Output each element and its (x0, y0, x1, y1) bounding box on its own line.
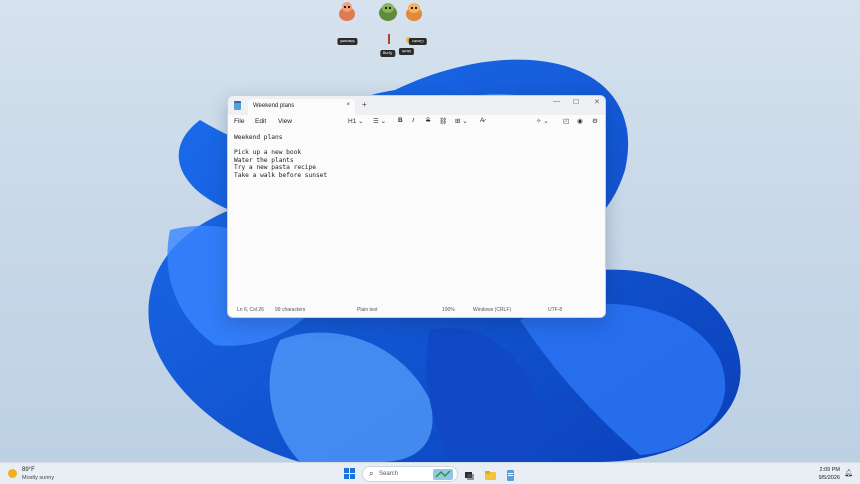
heading-dropdown[interactable]: H1 ⌄ (348, 117, 364, 125)
editor-line: Try a new pasta recipe (234, 164, 316, 172)
chevron-down-icon: ⌄ (462, 118, 468, 125)
list-icon: ☰ (373, 118, 379, 125)
editor-line: Pick up a new book (234, 149, 302, 157)
status-bar: Ln 6, Col 26 99 characters Plain text 10… (228, 303, 605, 317)
chevron-down-icon: ⌄ (358, 118, 364, 125)
pet-moth[interactable] (376, 0, 400, 24)
clock-date: 9/5/2026 (818, 475, 840, 481)
cursor-position: Ln 6, Col 26 (237, 307, 264, 313)
taskbar-search[interactable]: ⌕ Search (362, 466, 458, 482)
rewrite-icon[interactable]: ◰ (563, 117, 569, 125)
editor-line: Weekend plans (234, 134, 283, 141)
weather-condition: Mostly sunny (22, 475, 55, 481)
weather-temperature: 89°F (22, 467, 35, 473)
menu-file[interactable]: File (234, 118, 244, 125)
text-editor[interactable]: Weekend plans Pick up a new book Water t… (234, 134, 599, 180)
heading-label: H1 (348, 118, 357, 125)
table-dropdown[interactable]: ⊞ ⌄ (455, 117, 468, 125)
pet-cinder[interactable] (402, 0, 426, 24)
character-count: 99 characters (275, 307, 306, 313)
pet-label-moth: Moth (399, 48, 414, 55)
search-icon: ⌕ (369, 469, 374, 478)
link-icon[interactable]: ⛓ (439, 117, 447, 125)
minimize-button[interactable]: — (553, 98, 560, 105)
new-tab-button[interactable]: + (362, 100, 367, 109)
task-view-icon[interactable] (464, 468, 475, 480)
zoom-level[interactable]: 100% (442, 307, 455, 313)
pet-label-sprig: Sprig (380, 50, 396, 57)
pet-sprig[interactable] (386, 34, 392, 44)
clear-formatting-icon[interactable]: A̷ (480, 117, 484, 124)
copilot-dropdown[interactable]: ✧ ⌄ (536, 117, 549, 125)
editor-line: Water the plants (234, 156, 294, 164)
close-button[interactable]: ✕ (594, 98, 600, 106)
notepad-app-icon (234, 101, 241, 110)
settings-gear-icon[interactable]: ⚙ (592, 117, 598, 125)
text-format[interactable]: Plain text (357, 307, 378, 313)
search-highlight-icon (433, 469, 453, 480)
menu-view[interactable]: View (278, 118, 292, 125)
sun-icon (8, 469, 17, 478)
tab-weekend-plans[interactable]: Weekend plans × (248, 99, 355, 115)
tab-title: Weekend plans (253, 103, 295, 109)
maximize-button[interactable]: ☐ (573, 98, 579, 106)
chevron-down-icon: ⌄ (380, 118, 387, 125)
menu-edit[interactable]: Edit (255, 118, 266, 125)
pet-maxwell[interactable] (336, 0, 358, 22)
table-icon: ⊞ (455, 118, 461, 125)
pet-label-cinder: Cinder (409, 38, 427, 45)
file-explorer-icon[interactable] (485, 468, 496, 480)
account-icon[interactable]: ◉ (577, 117, 583, 125)
clock-time: 2:09 PM (819, 467, 840, 473)
encoding[interactable]: UTF-8 (548, 307, 562, 313)
title-bar[interactable]: Weekend plans × + — ☐ ✕ (228, 96, 605, 115)
desktop-pets: Maxwell Sprig Moth Cinder (330, 0, 440, 60)
start-button[interactable] (344, 468, 355, 479)
editor-line: Take a walk before sunset (234, 171, 328, 179)
pet-label-maxwell: Maxwell (337, 38, 358, 45)
notepad-window: Weekend plans × + — ☐ ✕ File Edit View H… (227, 95, 606, 318)
menu-bar: File Edit View H1 ⌄ ☰ ⌄ B I S ⛓ ⊞ ⌄ A̷ ✧… (228, 115, 605, 130)
strikethrough-button[interactable]: S (426, 117, 430, 124)
notification-bell-icon[interactable]: 🔔︎ (844, 469, 853, 477)
list-dropdown[interactable]: ☰ ⌄ (373, 117, 386, 125)
copilot-icon: ✧ (536, 118, 542, 125)
bold-button[interactable]: B (398, 117, 403, 124)
chevron-down-icon: ⌄ (543, 118, 549, 125)
search-placeholder: Search (379, 471, 399, 477)
tab-close-icon[interactable]: × (346, 102, 350, 108)
system-clock[interactable]: 2:09 PM 9/5/2026 (819, 466, 840, 482)
line-endings[interactable]: Windows (CRLF) (473, 307, 511, 313)
taskbar: 89°F Mostly sunny ⌕ Search 2:09 PM 9/5/2… (0, 462, 860, 484)
notepad-taskbar-icon[interactable] (505, 468, 516, 481)
italic-button[interactable]: I (412, 117, 414, 124)
